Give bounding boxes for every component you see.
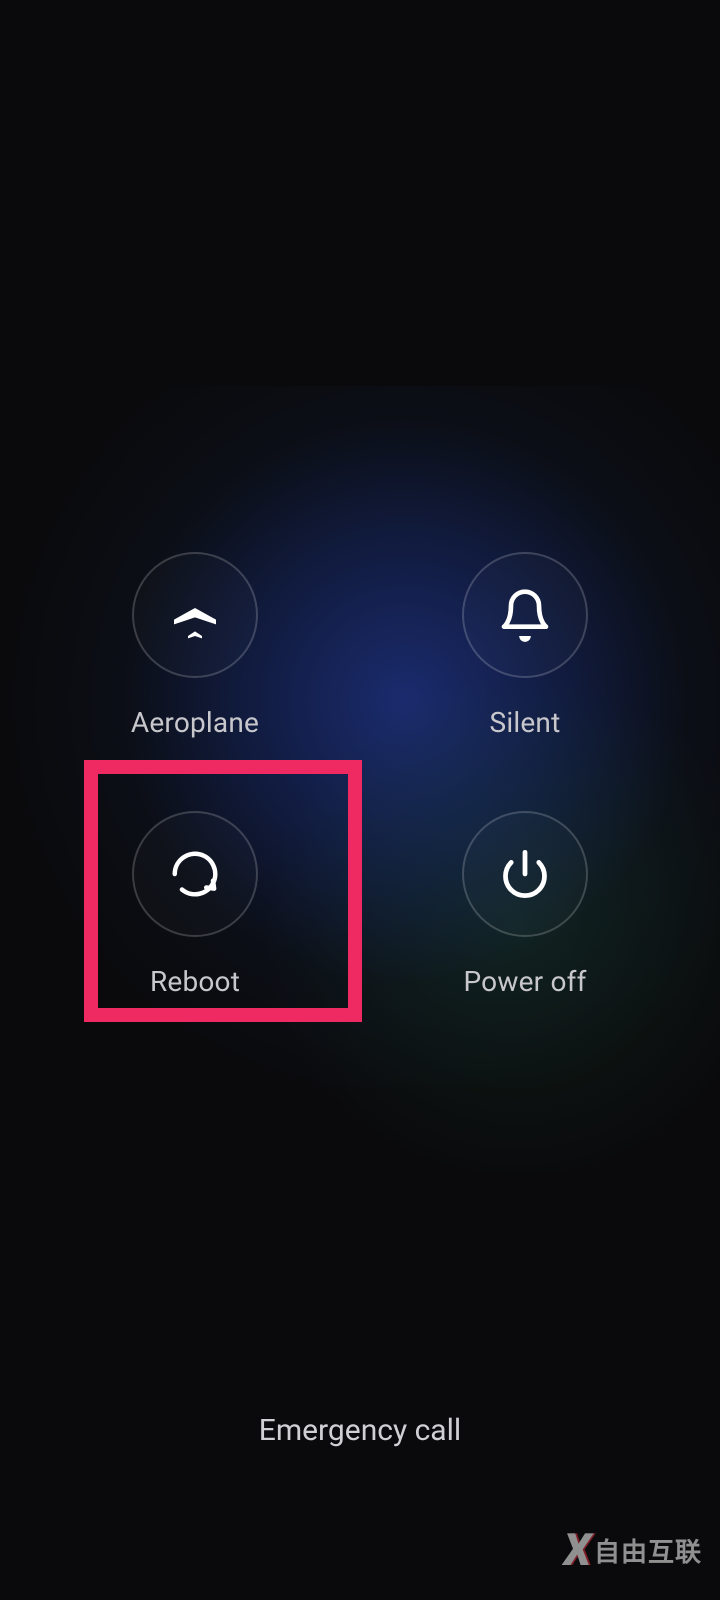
poweroff-circle [462, 811, 588, 937]
aeroplane-circle [132, 552, 258, 678]
silent-option[interactable]: Silent [425, 552, 625, 739]
emergency-call-button[interactable]: Emergency call [0, 1413, 720, 1448]
watermark-logo-icon: X [564, 1524, 588, 1576]
watermark-text: 自由互联 [594, 1532, 702, 1569]
poweroff-option[interactable]: Power off [425, 811, 625, 998]
power-menu-grid: Aeroplane Silent Reboot [80, 552, 640, 998]
watermark: X 自由互联 [564, 1524, 702, 1576]
aeroplane-label: Aeroplane [131, 706, 259, 739]
reboot-option[interactable]: Reboot [95, 811, 295, 998]
airplane-icon [167, 587, 223, 643]
bell-icon [497, 587, 553, 643]
reboot-label: Reboot [150, 965, 240, 998]
reboot-circle [132, 811, 258, 937]
silent-circle [462, 552, 588, 678]
power-icon [499, 848, 551, 900]
reboot-icon [168, 847, 222, 901]
poweroff-label: Power off [463, 965, 586, 998]
silent-label: Silent [490, 706, 561, 739]
aeroplane-option[interactable]: Aeroplane [95, 552, 295, 739]
